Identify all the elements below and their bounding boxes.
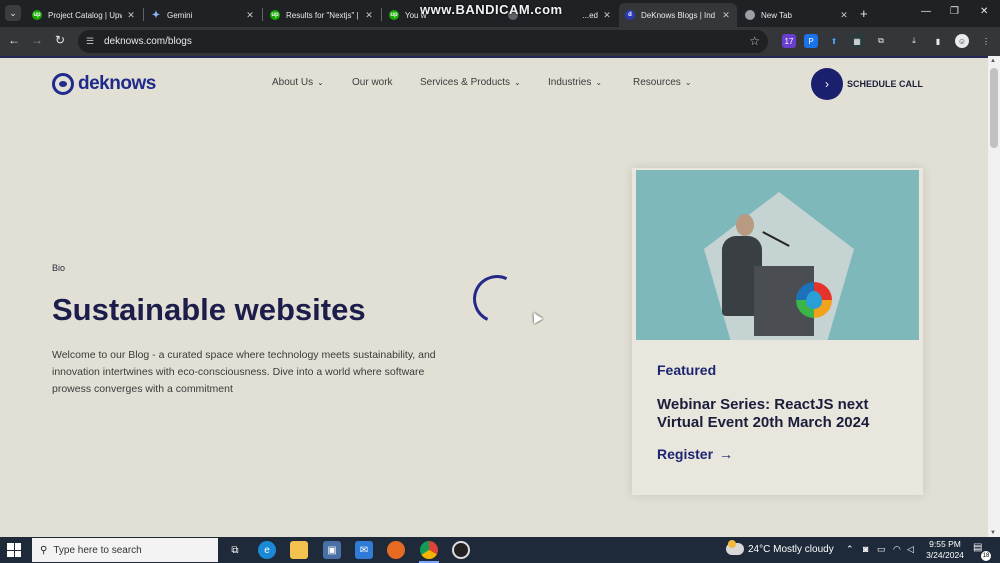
tab-project-catalog[interactable]: up Project Catalog | Upw ✕ (26, 3, 142, 27)
extension-p-icon[interactable]: P (804, 34, 818, 48)
notification-count-badge: 18 (981, 551, 991, 561)
file-explorer-icon[interactable] (290, 541, 308, 559)
tab-new-tab[interactable]: New Tab ✕ (739, 3, 855, 27)
browser-menu-icon[interactable]: ⋮ (979, 34, 993, 48)
tab-results-nextjs[interactable]: up Results for "Nextjs" | ✕ (264, 3, 380, 27)
firefox-icon[interactable] (387, 541, 405, 559)
arrow-right-icon: › (811, 68, 843, 100)
tab-divider (143, 8, 144, 21)
address-bar[interactable]: ☰ deknows.com/blogs ☆ (78, 30, 768, 53)
weather-widget[interactable]: 24°C Mostly cloudy (726, 540, 834, 555)
browser-tab-strip: ⌄ up Project Catalog | Upw ✕ ✦ Gemini ✕ … (0, 0, 1000, 27)
upwork-icon: up (389, 10, 399, 20)
gemini-icon: ✦ (151, 9, 161, 21)
tab-divider (262, 8, 263, 21)
taskbar-search-input[interactable]: ⚲ Type here to search (32, 538, 218, 562)
back-icon[interactable]: ← (6, 33, 22, 47)
hero-description: Welcome to our Blog - a curated space wh… (52, 349, 436, 395)
scroll-up-icon[interactable]: ▲ (990, 58, 996, 64)
search-icon: ⚲ (40, 544, 48, 556)
windows-start-icon[interactable] (7, 543, 21, 557)
extension-arrow-icon[interactable]: ⬆ (827, 34, 841, 48)
download-icon[interactable]: ⤓ (907, 34, 921, 48)
extensions-puzzle-icon[interactable]: ⧉ (874, 34, 888, 48)
scroll-down-icon[interactable]: ▼ (990, 530, 996, 536)
restore-icon[interactable]: ❐ (950, 6, 959, 17)
system-clock[interactable]: 9:55 PM 3/24/2024 (920, 539, 970, 561)
store-icon[interactable]: ▣ (323, 541, 341, 559)
deknows-logo-mark-icon (52, 73, 74, 95)
mouse-cursor-icon (529, 310, 543, 324)
upwork-icon: up (270, 10, 280, 20)
chevron-down-icon: ⌄ (317, 78, 324, 87)
featured-tag: Featured (657, 362, 717, 378)
upwork-icon: up (32, 10, 42, 20)
mail-icon[interactable]: ✉ (355, 541, 373, 559)
cloudy-weather-icon (726, 540, 744, 555)
url-text[interactable]: deknows.com/blogs (104, 36, 192, 47)
speaker-head (736, 214, 754, 236)
chevron-down-icon: ⌄ (514, 78, 521, 87)
tab-divider (381, 8, 382, 21)
hero-eyebrow: Bio (52, 263, 66, 273)
site-info-icon[interactable]: ☰ (86, 36, 98, 47)
featured-card-image (636, 170, 919, 340)
close-tab-icon[interactable]: ✕ (126, 10, 136, 21)
close-tab-icon[interactable]: ✕ (245, 10, 255, 21)
reload-icon[interactable]: ↻ (52, 33, 68, 47)
nav-our-work[interactable]: Our work (352, 77, 393, 88)
featured-card[interactable]: Featured Webinar Series: ReactJS next Vi… (632, 168, 923, 495)
minimize-icon[interactable]: — (921, 6, 931, 17)
nav-industries[interactable]: Industries ⌄ (548, 77, 602, 88)
tab-deknows-blogs[interactable]: d DeKnows Blogs | Ind ✕ (619, 3, 737, 27)
close-tab-icon[interactable]: ✕ (839, 10, 849, 21)
chevron-down-icon: ⌄ (684, 78, 692, 87)
edge-icon[interactable]: e (258, 541, 276, 559)
close-tab-icon[interactable]: ✕ (602, 10, 612, 21)
tray-chevron-up-icon[interactable]: ⌃ (846, 544, 854, 555)
deknows-icon: d (625, 10, 635, 20)
profile-avatar[interactable]: ☺ (955, 34, 969, 48)
task-view-icon[interactable]: ⧉ (226, 541, 244, 559)
bandicam-record-icon[interactable] (452, 541, 470, 559)
nav-resources[interactable]: Resources ⌄ (633, 77, 692, 88)
drupal-logo-icon (796, 282, 832, 318)
page-scrollbar[interactable]: ▲ ▼ (988, 56, 1000, 537)
page-title: Sustainable websites (52, 292, 366, 327)
close-window-icon[interactable]: ✕ (980, 6, 988, 17)
tab-search-button[interactable]: ⌄ (5, 5, 21, 21)
register-link[interactable]: Register → (657, 446, 733, 462)
bandicam-watermark: www.BANDICAM.com (420, 2, 563, 17)
arrow-right-icon: → (719, 446, 734, 462)
new-tab-button[interactable]: + (860, 6, 868, 21)
featured-card-title: Webinar Series: ReactJS next Virtual Eve… (657, 396, 870, 431)
chrome-taskbar-icon[interactable] (420, 541, 438, 559)
camera-icon[interactable]: ◙ (863, 544, 868, 554)
webpage: deknows About Us ⌄ Our work Services & P… (0, 56, 988, 537)
schedule-call-button[interactable]: › SCHEDULE CALL (811, 68, 923, 100)
deknows-logo[interactable]: deknows (52, 73, 156, 95)
close-tab-icon[interactable]: ✕ (721, 10, 731, 21)
chrome-icon (745, 10, 755, 20)
page-top-border (0, 56, 988, 58)
extension-grid-icon[interactable]: ▦ (850, 34, 864, 48)
wifi-icon[interactable]: ◠ (893, 544, 901, 555)
forward-icon[interactable]: → (29, 33, 45, 47)
chevron-down-icon: ⌄ (595, 78, 603, 87)
side-panel-icon[interactable]: ▮ (931, 34, 945, 48)
nav-about-us[interactable]: About Us ⌄ (272, 77, 324, 88)
windows-taskbar: ⚲ Type here to search ⧉ e ▣ ✉ 24°C Mostl… (0, 537, 1000, 563)
extension-badge-icon[interactable]: 17 (782, 34, 796, 48)
battery-icon[interactable]: ▭ (877, 544, 886, 555)
close-tab-icon[interactable]: ✕ (364, 10, 374, 21)
tab-gemini[interactable]: ✦ Gemini ✕ (145, 3, 261, 27)
browser-toolbar: ← → ↻ ☰ deknows.com/blogs ☆ 17 P ⬆ ▦ ⧉ ⤓… (0, 27, 1000, 56)
scrollbar-thumb[interactable] (990, 68, 998, 148)
loading-spinner-icon (466, 268, 528, 330)
bookmark-star-icon[interactable]: ☆ (749, 34, 760, 48)
volume-icon[interactable]: ◁ (907, 544, 914, 555)
nav-services-products[interactable]: Services & Products ⌄ (420, 77, 521, 88)
